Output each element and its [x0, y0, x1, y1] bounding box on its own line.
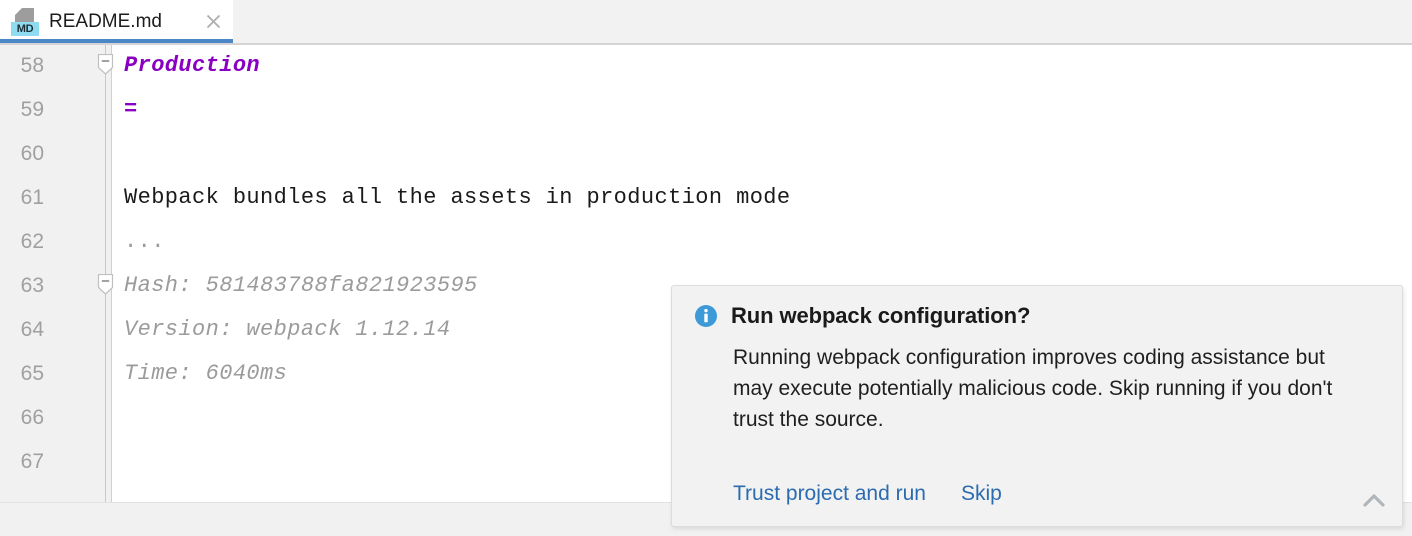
markdown-file-icon-label: MD — [11, 21, 39, 36]
line-number: 59 — [20, 98, 44, 121]
code-line: Time: 6040ms — [124, 361, 288, 386]
tab-readme-md[interactable]: MD README.md — [0, 0, 233, 43]
line-number: 65 — [20, 362, 44, 385]
close-icon[interactable] — [205, 13, 222, 30]
notification-title: Run webpack configuration? — [731, 303, 1031, 328]
fold-collapse-icon[interactable] — [97, 54, 114, 75]
notification-body: Running webpack configuration improves c… — [733, 346, 1333, 431]
code-line: Hash: 581483788fa821923595 — [124, 273, 478, 298]
editor-gutter[interactable]: 58 59 60 61 62 63 64 65 66 67 — [0, 45, 112, 502]
tab-title: README.md — [49, 11, 162, 32]
skip-link[interactable]: Skip — [961, 482, 1002, 506]
line-number: 64 — [20, 318, 44, 341]
chevron-up-icon[interactable] — [1359, 490, 1389, 512]
line-number: 67 — [20, 450, 44, 473]
info-icon — [694, 304, 718, 328]
notification-header: Run webpack configuration? — [694, 303, 1030, 329]
notification-balloon: Run webpack configuration? Running webpa… — [671, 285, 1403, 527]
trust-project-and-run-link[interactable]: Trust project and run — [733, 482, 926, 506]
editor-window: MD README.md 58 59 60 61 62 63 64 65 66 … — [0, 0, 1412, 536]
markdown-file-icon: MD — [11, 7, 39, 37]
line-number: 62 — [20, 230, 44, 253]
code-folding-strip[interactable] — [97, 45, 114, 502]
line-number: 63 — [20, 274, 44, 297]
line-number: 60 — [20, 142, 44, 165]
line-number: 66 — [20, 406, 44, 429]
code-line: Version: webpack 1.12.14 — [124, 317, 451, 342]
line-number: 58 — [20, 54, 44, 77]
code-line: Webpack bundles all the assets in produc… — [124, 185, 791, 210]
notification-actions: Trust project and run Skip — [733, 482, 1002, 506]
code-line: ... — [124, 229, 165, 254]
line-number: 61 — [20, 186, 44, 209]
fold-collapse-icon[interactable] — [97, 274, 114, 295]
code-line: Production — [124, 53, 261, 78]
code-line: = — [124, 97, 138, 122]
editor-tab-bar: MD README.md — [0, 0, 1412, 43]
